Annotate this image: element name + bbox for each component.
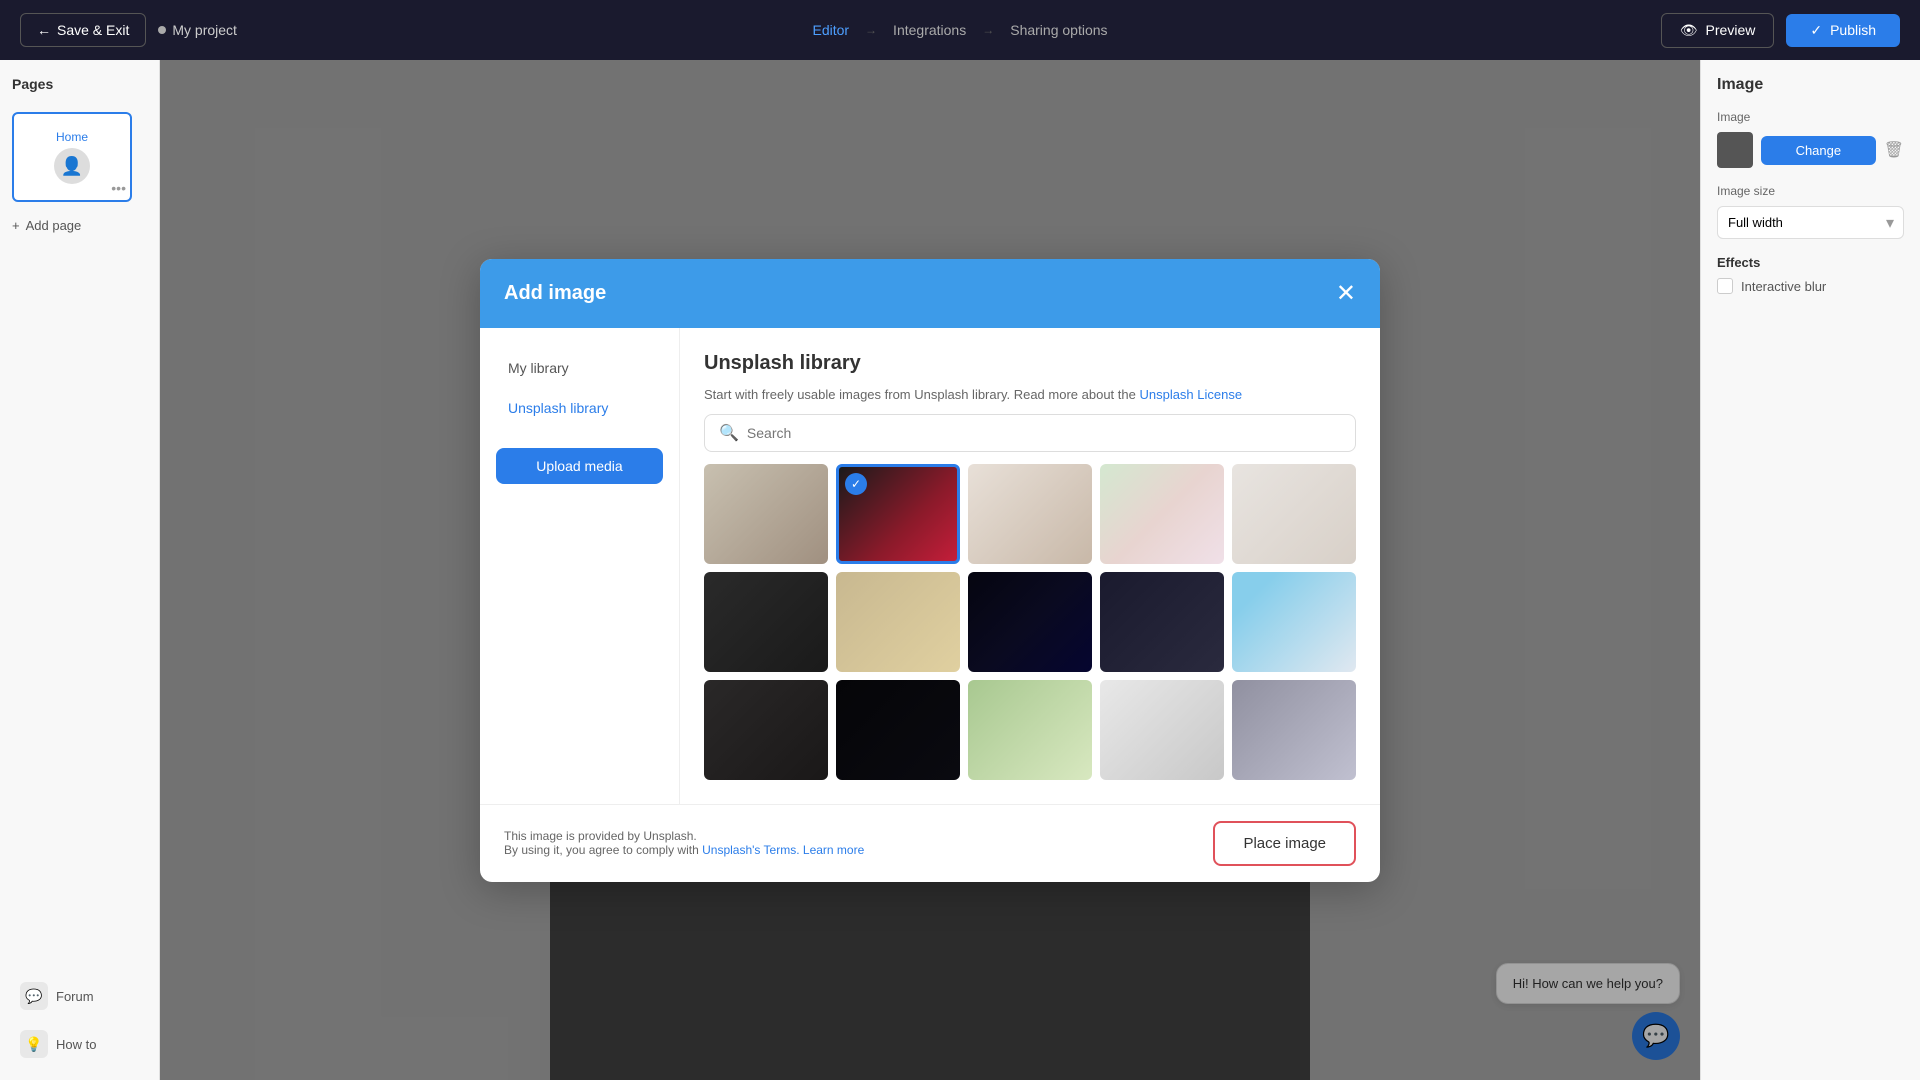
add-image-modal: Add image ✕ My library Unsplash library … xyxy=(480,259,1380,882)
unsplash-terms-link[interactable]: Unsplash's Terms. xyxy=(702,843,799,857)
image-cell-13[interactable] xyxy=(968,680,1092,780)
image-cell-5[interactable] xyxy=(1232,464,1356,564)
modal-sidebar: My library Unsplash library Upload media xyxy=(480,328,680,804)
image-cell-4[interactable] xyxy=(1100,464,1224,564)
pages-title: Pages xyxy=(12,76,147,92)
bottom-nav: 💬 Forum 💡 How to xyxy=(12,976,147,1064)
image-cell-15[interactable] xyxy=(1232,680,1356,780)
image-cell-12[interactable] xyxy=(836,680,960,780)
publish-label: Publish xyxy=(1830,22,1876,38)
rs-image-label: Image xyxy=(1717,110,1904,124)
image-cell-7[interactable] xyxy=(836,572,960,672)
right-sidebar-title: Image xyxy=(1717,76,1904,94)
search-input[interactable] xyxy=(747,425,1341,441)
modal-nav-unsplash[interactable]: Unsplash library xyxy=(496,392,663,424)
modal-body: My library Unsplash library Upload media… xyxy=(480,328,1380,804)
rs-image-row: Change 🗑 xyxy=(1717,132,1904,168)
unsplash-desc-text: Start with freely usable images from Uns… xyxy=(704,387,1136,402)
forum-icon: 💬 xyxy=(20,982,48,1010)
page-home-thumb[interactable]: Home 👤 ••• xyxy=(12,112,132,202)
main-layout: Pages Home 👤 ••• + Add page 💬 Forum 💡 Ho… xyxy=(0,60,1920,1080)
image-cell-9[interactable] xyxy=(1100,572,1224,672)
howto-label: How to xyxy=(56,1037,96,1052)
modal-title: Add image xyxy=(504,282,606,305)
rs-change-button[interactable]: Change xyxy=(1761,136,1876,165)
nav-sharing-options[interactable]: Sharing options xyxy=(1010,22,1107,38)
image-cell-1[interactable] xyxy=(704,464,828,564)
nav-arrow-2: → xyxy=(982,23,994,37)
topbar: ← Save & Exit My project Editor → Integr… xyxy=(0,0,1920,60)
rs-interactive-blur-label: Interactive blur xyxy=(1741,279,1826,294)
nav-arrow-1: → xyxy=(865,23,877,37)
upload-media-button[interactable]: Upload media xyxy=(496,448,663,484)
modal-footer: This image is provided by Unsplash. By u… xyxy=(480,804,1380,882)
publish-button[interactable]: ✓ Publish xyxy=(1786,14,1900,47)
sidebar-item-forum[interactable]: 💬 Forum xyxy=(12,976,147,1016)
rs-image-size-label: Image size xyxy=(1717,184,1904,198)
image-cell-10[interactable] xyxy=(1232,572,1356,672)
save-exit-label: Save & Exit xyxy=(57,22,129,38)
status-dot xyxy=(158,26,166,34)
page-home-icon: 👤 xyxy=(54,148,90,184)
topbar-right: 👁 Preview ✓ Publish xyxy=(1661,13,1900,48)
add-page-label: Add page xyxy=(26,218,82,233)
forum-label: Forum xyxy=(56,989,94,1004)
search-icon: 🔍 xyxy=(719,423,739,443)
unsplash-title: Unsplash library xyxy=(704,352,1356,375)
project-name-text: My project xyxy=(172,22,237,38)
left-sidebar: Pages Home 👤 ••• + Add page 💬 Forum 💡 Ho… xyxy=(0,60,160,1080)
modal-header: Add image ✕ xyxy=(480,259,1380,328)
canvas-area: Add image ✕ My library Unsplash library … xyxy=(160,60,1700,1080)
unsplash-license-link[interactable]: Unsplash License xyxy=(1139,387,1242,402)
topbar-center-nav: Editor → Integrations → Sharing options xyxy=(812,22,1107,38)
footer-text: This image is provided by Unsplash. By u… xyxy=(504,829,864,857)
footer-text-2: By using it, you agree to comply with xyxy=(504,843,699,857)
page-options-dots[interactable]: ••• xyxy=(111,180,126,196)
howto-icon: 💡 xyxy=(20,1030,48,1058)
nav-integrations[interactable]: Integrations xyxy=(893,22,966,38)
modal-content: Unsplash library Start with freely usabl… xyxy=(680,328,1380,804)
rs-delete-button[interactable]: 🗑 xyxy=(1884,140,1904,160)
plus-icon: + xyxy=(12,218,20,233)
learn-more-link[interactable]: Learn more xyxy=(803,843,864,857)
rs-effects-section: Effects Interactive blur xyxy=(1717,255,1904,294)
project-name: My project xyxy=(158,22,237,38)
rs-image-thumbnail xyxy=(1717,132,1753,168)
rs-interactive-blur-checkbox[interactable] xyxy=(1717,278,1733,294)
arrow-left-icon: ← xyxy=(37,22,51,38)
image-cell-14[interactable] xyxy=(1100,680,1224,780)
image-cell-3[interactable] xyxy=(968,464,1092,564)
footer-text-line2: By using it, you agree to comply with Un… xyxy=(504,843,864,857)
image-cell-8[interactable] xyxy=(968,572,1092,672)
sidebar-item-howto[interactable]: 💡 How to xyxy=(12,1024,147,1064)
preview-button[interactable]: 👁 Preview xyxy=(1661,13,1775,48)
eye-icon: 👁 xyxy=(1680,22,1698,39)
right-sidebar: Image Image Change 🗑 Image size Full wid… xyxy=(1700,60,1920,1080)
save-exit-button[interactable]: ← Save & Exit xyxy=(20,13,146,47)
footer-text-line1: This image is provided by Unsplash. xyxy=(504,829,864,843)
add-page-button[interactable]: + Add page xyxy=(12,214,147,237)
rs-effects-label: Effects xyxy=(1717,255,1904,270)
search-bar: 🔍 xyxy=(704,414,1356,452)
page-home-label: Home xyxy=(56,130,88,144)
topbar-left: ← Save & Exit My project xyxy=(20,13,237,47)
preview-label: Preview xyxy=(1706,22,1756,38)
modal-overlay: Add image ✕ My library Unsplash library … xyxy=(160,60,1700,1080)
rs-image-size-select[interactable]: Full width Half width Custom xyxy=(1717,206,1904,239)
rs-image-section: Image Change 🗑 xyxy=(1717,110,1904,168)
image-cell-6[interactable] xyxy=(704,572,828,672)
place-image-button[interactable]: Place image xyxy=(1213,821,1356,866)
rs-checkbox-row: Interactive blur xyxy=(1717,278,1904,294)
modal-nav-my-library[interactable]: My library xyxy=(496,352,663,384)
rs-select-wrapper: Full width Half width Custom ▾ xyxy=(1717,206,1904,239)
image-selected-check: ✓ xyxy=(845,473,867,495)
rs-image-size-section: Image size Full width Half width Custom … xyxy=(1717,184,1904,239)
image-grid: ✓ xyxy=(704,464,1356,780)
nav-editor[interactable]: Editor xyxy=(812,22,849,38)
image-cell-2[interactable]: ✓ xyxy=(836,464,960,564)
image-cell-11[interactable] xyxy=(704,680,828,780)
check-icon: ✓ xyxy=(1810,22,1822,39)
modal-close-button[interactable]: ✕ xyxy=(1336,279,1356,308)
unsplash-desc: Start with freely usable images from Uns… xyxy=(704,387,1356,402)
